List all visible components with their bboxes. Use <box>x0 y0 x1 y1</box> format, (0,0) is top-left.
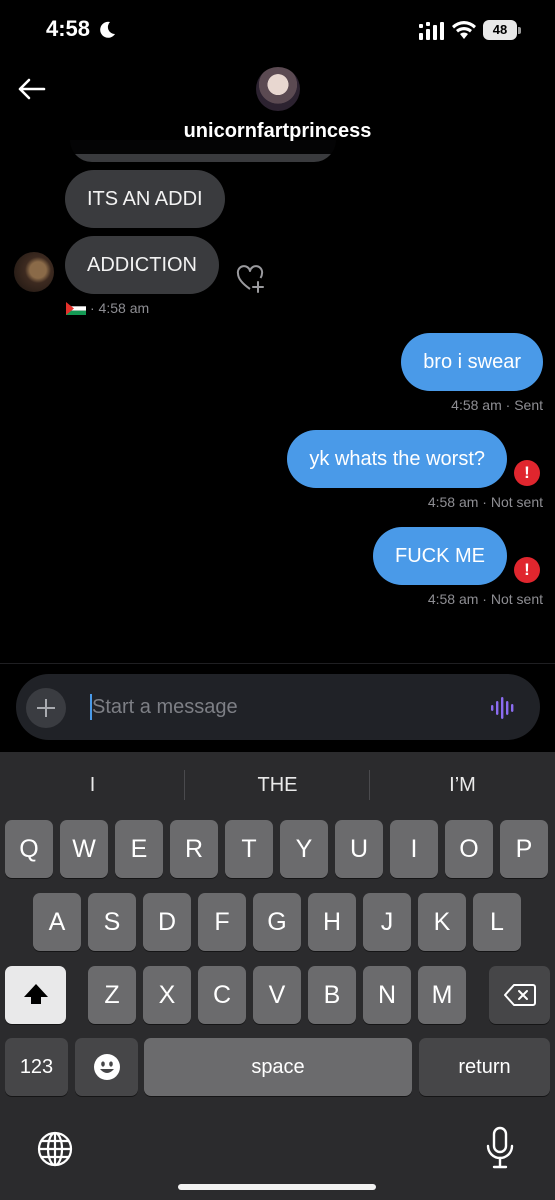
battery-tip <box>518 27 521 34</box>
key-h[interactable]: H <box>308 893 356 951</box>
key-z[interactable]: Z <box>88 966 136 1024</box>
sender-avatar[interactable] <box>14 252 54 292</box>
emoji-icon <box>93 1054 120 1080</box>
emoji-key[interactable] <box>75 1038 138 1096</box>
status-bar: 4:58 48 <box>0 0 555 62</box>
message-status: 4:58 am · Not sent <box>427 591 543 607</box>
key-m[interactable]: M <box>418 966 466 1024</box>
key-p[interactable]: P <box>500 820 548 878</box>
message-composer[interactable]: Start a message <box>16 674 540 740</box>
incoming-timestamp: · 4:58 am <box>90 300 150 316</box>
key-y[interactable]: Y <box>280 820 328 878</box>
incoming-message-bubble[interactable]: ITS AN ADDI <box>65 170 225 228</box>
outgoing-message-bubble[interactable]: yk whats the worst? <box>287 430 507 488</box>
shift-icon <box>23 984 48 1004</box>
voice-wave-icon[interactable] <box>490 696 516 720</box>
key-t[interactable]: T <box>225 820 273 878</box>
incoming-message-bubble[interactable]: ADDICTION <box>65 236 219 294</box>
key-v[interactable]: V <box>253 966 301 1024</box>
outgoing-message-bubble[interactable]: bro i swear <box>401 333 543 391</box>
message-status: 4:58 am · Sent <box>451 397 543 413</box>
suggestion-item[interactable]: I <box>0 752 185 818</box>
moon-icon <box>100 21 115 38</box>
key-f[interactable]: F <box>198 893 246 951</box>
key-l[interactable]: L <box>473 893 521 951</box>
key-i[interactable]: I <box>390 820 438 878</box>
heart-add-icon[interactable] <box>236 265 266 293</box>
error-icon[interactable]: ! <box>514 460 540 486</box>
suggestion-item[interactable]: THE <box>185 752 370 818</box>
key-a[interactable]: A <box>33 893 81 951</box>
back-arrow-icon[interactable] <box>14 74 50 104</box>
key-j[interactable]: J <box>363 893 411 951</box>
delete-icon <box>503 984 536 1006</box>
key-s[interactable]: S <box>88 893 136 951</box>
conversation-header: unicornfartprincess <box>0 62 555 154</box>
message-status: 4:58 am · Not sent <box>427 494 543 510</box>
globe-icon[interactable] <box>36 1130 74 1168</box>
flag-icon <box>66 302 86 315</box>
composer-divider <box>0 663 555 664</box>
key-b[interactable]: B <box>308 966 356 1024</box>
key-n[interactable]: N <box>363 966 411 1024</box>
delete-key[interactable] <box>489 966 550 1024</box>
key-k[interactable]: K <box>418 893 466 951</box>
battery-indicator: 48 <box>483 20 521 40</box>
key-x[interactable]: X <box>143 966 191 1024</box>
return-key[interactable]: return <box>419 1038 550 1096</box>
status-time: 4:58 <box>46 16 91 41</box>
key-d[interactable]: D <box>143 893 191 951</box>
battery-level: 48 <box>483 20 517 40</box>
suggestion-item[interactable]: I’M <box>370 752 555 818</box>
key-r[interactable]: R <box>170 820 218 878</box>
key-w[interactable]: W <box>60 820 108 878</box>
wifi-icon <box>452 21 476 39</box>
key-u[interactable]: U <box>335 820 383 878</box>
space-key[interactable]: space <box>144 1038 412 1096</box>
key-g[interactable]: G <box>253 893 301 951</box>
mic-icon[interactable] <box>485 1126 515 1170</box>
key-e[interactable]: E <box>115 820 163 878</box>
message-input[interactable]: Start a message <box>92 694 238 720</box>
numbers-key[interactable]: 123 <box>5 1038 68 1096</box>
shift-key[interactable] <box>5 966 66 1024</box>
key-o[interactable]: O <box>445 820 493 878</box>
plus-icon[interactable] <box>26 688 66 728</box>
keyboard: I THE I’M Q W E R T Y U I O P A S D F G … <box>0 752 555 1200</box>
signal-icon <box>419 22 444 40</box>
error-icon[interactable]: ! <box>514 557 540 583</box>
outgoing-message-bubble[interactable]: FUCK ME <box>373 527 507 585</box>
contact-name[interactable]: unicornfartprincess <box>0 120 555 143</box>
contact-avatar[interactable] <box>256 67 300 111</box>
key-q[interactable]: Q <box>5 820 53 878</box>
key-c[interactable]: C <box>198 966 246 1024</box>
home-indicator[interactable] <box>178 1184 376 1190</box>
